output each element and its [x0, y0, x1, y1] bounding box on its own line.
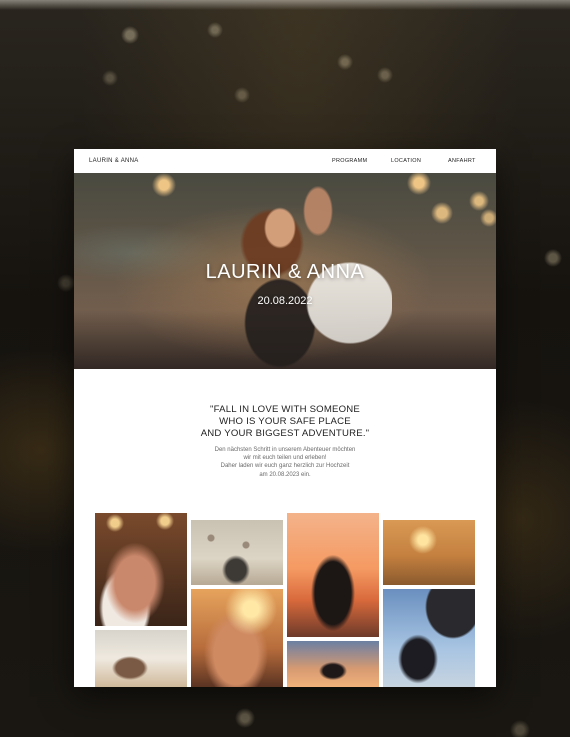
gallery-photo[interactable] — [191, 520, 283, 585]
invite-line: Den nächsten Schritt in unserem Abenteue… — [214, 447, 356, 453]
invitation-text: Den nächsten Schritt in unserem Abenteue… — [74, 446, 496, 479]
top-navigation: LAURIN & ANNA PROGRAMM LOCATION ANFAHRT — [74, 149, 496, 173]
hero-image: LAURIN & ANNA 20.08.2022 — [74, 173, 496, 369]
nav-item-programm[interactable]: PROGRAMM — [332, 158, 367, 164]
gallery-photo[interactable] — [95, 630, 187, 687]
quote-line: AND YOUR BIGGEST ADVENTURE." — [200, 428, 370, 439]
gallery-photo[interactable] — [383, 520, 475, 585]
website-preview-card: LAURIN & ANNA PROGRAMM LOCATION ANFAHRT … — [74, 149, 496, 687]
quote-line: "FALL IN LOVE WITH SOMEONE — [209, 404, 361, 415]
quote-line: WHO IS YOUR SAFE PLACE — [219, 416, 351, 427]
hero-date: 20.08.2022 — [257, 295, 313, 307]
invite-line: Daher laden wir euch ganz herzlich zur H… — [220, 463, 350, 470]
background-top-edge — [0, 0, 570, 10]
quote-block: "FALL IN LOVE WITH SOMEONE WHO IS YOUR S… — [74, 404, 496, 440]
nav-item-anfahrt[interactable]: ANFAHRT — [448, 158, 476, 164]
gallery-photo[interactable] — [191, 589, 283, 687]
hero-title: LAURIN & ANNA — [205, 261, 365, 283]
gallery-photo[interactable] — [287, 641, 379, 687]
brand-link[interactable]: LAURIN & ANNA — [89, 158, 139, 164]
invite-line: wir mit euch teilen und erleben! — [243, 455, 327, 462]
nav-item-location[interactable]: LOCATION — [391, 158, 421, 164]
invite-line: am 20.08.2023 ein. — [259, 471, 311, 478]
gallery-photo[interactable] — [287, 513, 379, 637]
gallery-photo[interactable] — [95, 513, 187, 626]
gallery-photo[interactable] — [383, 589, 475, 687]
